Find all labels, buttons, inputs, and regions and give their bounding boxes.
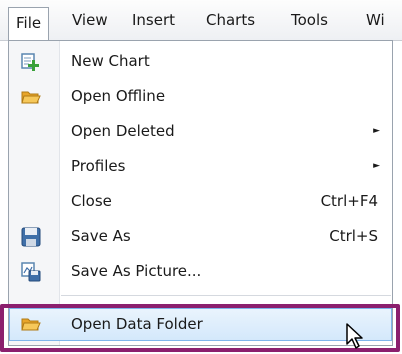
menu-separator [61, 295, 391, 296]
menu-item-open-offline[interactable]: Open Offline [9, 79, 392, 114]
save-picture-icon [21, 262, 41, 282]
submenu-arrow-icon: ► [373, 161, 380, 171]
menu-view[interactable]: View [72, 0, 108, 40]
submenu-arrow-icon: ► [373, 126, 380, 136]
menu-window[interactable]: Wi [366, 0, 385, 40]
menu-item-label: Save As [71, 227, 131, 245]
menu-item-close[interactable]: Close Ctrl+F4 [9, 184, 392, 219]
menu-tools[interactable]: Tools [291, 0, 328, 40]
mouse-cursor-icon [345, 322, 365, 350]
menu-item-label: New Chart [71, 52, 150, 70]
menu-item-profiles[interactable]: Profiles ► [9, 149, 392, 184]
file-menu-dropdown: New Chart Open Offline Open Deleted ► Pr… [8, 40, 393, 346]
menu-item-label: Open Deleted [71, 122, 175, 140]
menu-bar: File View Insert Charts Tools Wi [0, 0, 402, 41]
menu-item-label: Profiles [71, 157, 126, 175]
new-chart-icon [21, 52, 41, 72]
menu-file[interactable]: File [8, 7, 50, 41]
save-icon [21, 227, 41, 247]
menu-item-save-as-picture[interactable]: Save As Picture... [9, 254, 392, 289]
shortcut-label: Ctrl+S [329, 227, 378, 245]
menu-insert[interactable]: Insert [132, 0, 175, 40]
highlight-frame [0, 304, 400, 352]
open-folder-icon [21, 87, 41, 107]
menu-item-label: Open Offline [71, 87, 166, 105]
menu-item-new-chart[interactable]: New Chart [9, 44, 392, 79]
menu-item-open-deleted[interactable]: Open Deleted ► [9, 114, 392, 149]
menu-item-save-as[interactable]: Save As Ctrl+S [9, 219, 392, 254]
menu-item-label: Save As Picture... [71, 262, 202, 280]
shortcut-label: Ctrl+F4 [320, 192, 378, 210]
menu-charts[interactable]: Charts [206, 0, 255, 40]
menu-item-label: Close [71, 192, 112, 210]
